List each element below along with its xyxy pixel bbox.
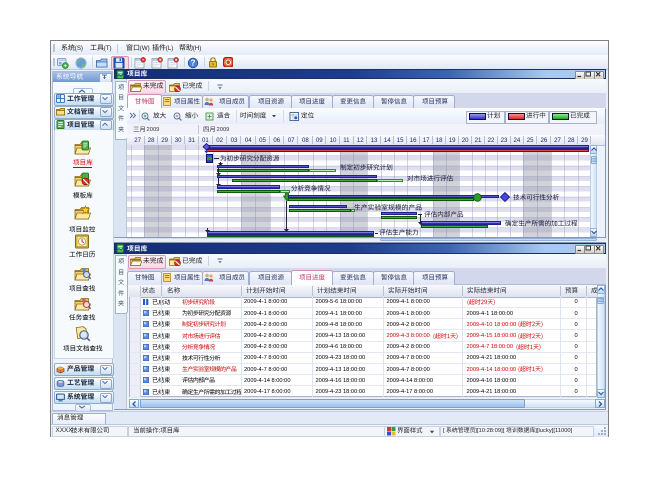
svg-text:?: ? (191, 58, 196, 67)
